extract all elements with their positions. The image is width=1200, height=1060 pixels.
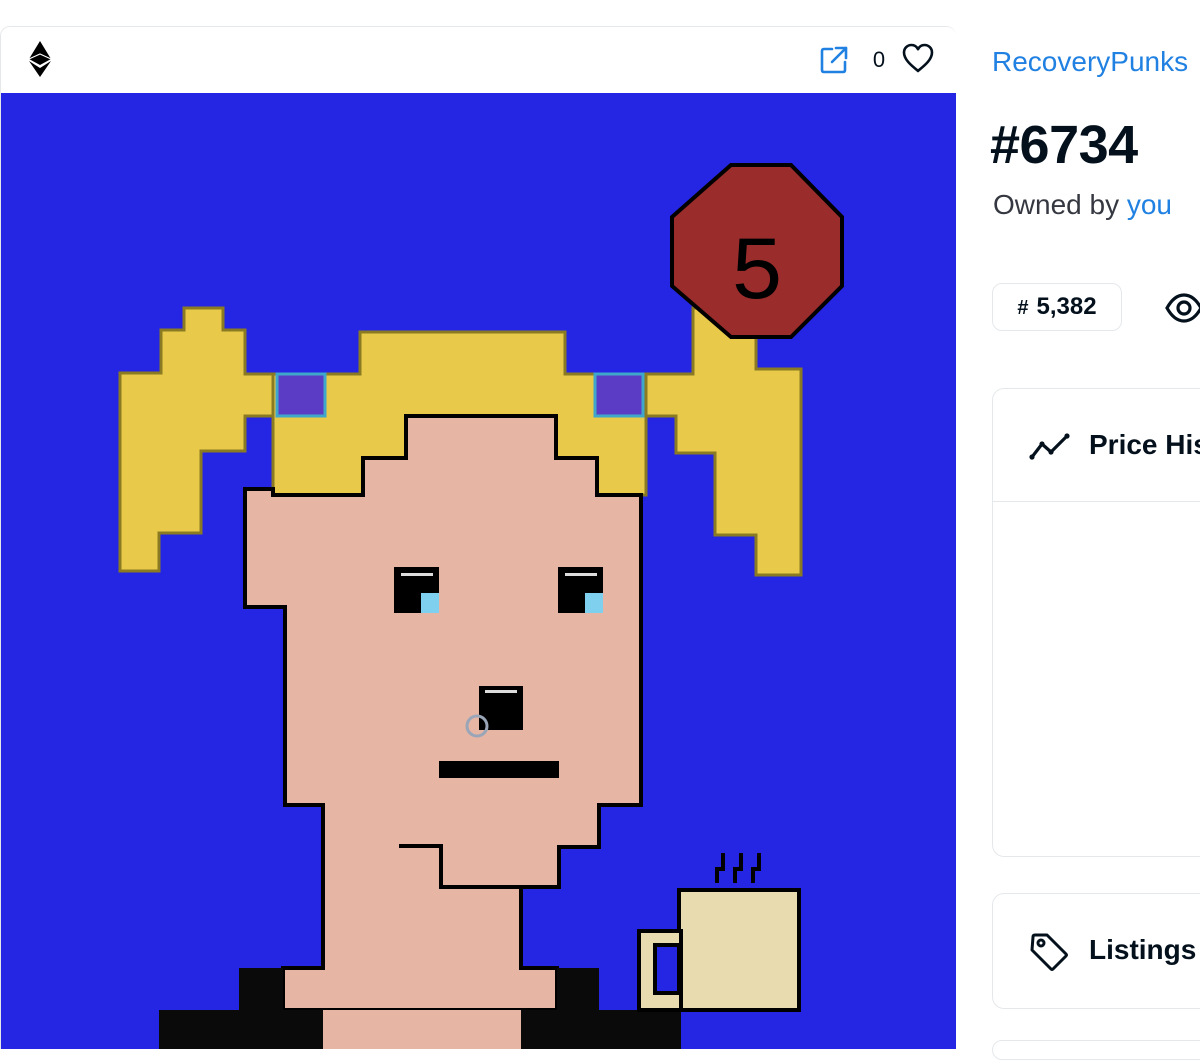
tear-left xyxy=(421,593,439,613)
price-history-header[interactable]: Price History xyxy=(993,389,1200,502)
price-history-panel: Price History xyxy=(992,388,1200,857)
rarity-rank-chip[interactable]: #5,382 xyxy=(992,283,1122,331)
item-image-card: 0 5 xyxy=(0,26,956,1049)
pixel-punk-image: 5 xyxy=(1,93,956,1049)
hair-clip-right xyxy=(593,372,645,418)
hair-clip-left xyxy=(275,372,327,418)
heart-icon[interactable] xyxy=(901,42,935,74)
rank-value: 5,382 xyxy=(1036,293,1097,320)
external-link-icon[interactable] xyxy=(819,45,849,75)
rank-symbol: # xyxy=(1017,297,1029,319)
listings-panel[interactable]: Listings xyxy=(992,893,1200,1009)
ethereum-icon xyxy=(28,41,52,77)
tag-icon xyxy=(1030,933,1068,971)
owner-line: Owned by you xyxy=(993,186,1172,224)
coffee-mug xyxy=(677,888,801,1012)
owner-link[interactable]: you xyxy=(1127,189,1172,220)
collection-link[interactable]: RecoveryPunks xyxy=(992,42,1188,82)
next-panel-edge xyxy=(992,1040,1200,1060)
price-history-label: Price History xyxy=(1089,429,1200,460)
tear-right xyxy=(585,593,603,613)
owned-by-label: Owned by xyxy=(993,189,1127,220)
trend-line-icon xyxy=(1029,433,1070,460)
nft-artwork: 5 xyxy=(1,93,956,1049)
badge-number: 5 xyxy=(730,224,784,326)
eye-icon xyxy=(1165,293,1200,323)
image-card-header: 0 xyxy=(1,27,956,93)
item-title: #6734 xyxy=(990,115,1138,175)
listings-label: Listings xyxy=(1089,934,1197,965)
favorites-count: 0 xyxy=(872,47,886,72)
mouth xyxy=(439,761,559,778)
